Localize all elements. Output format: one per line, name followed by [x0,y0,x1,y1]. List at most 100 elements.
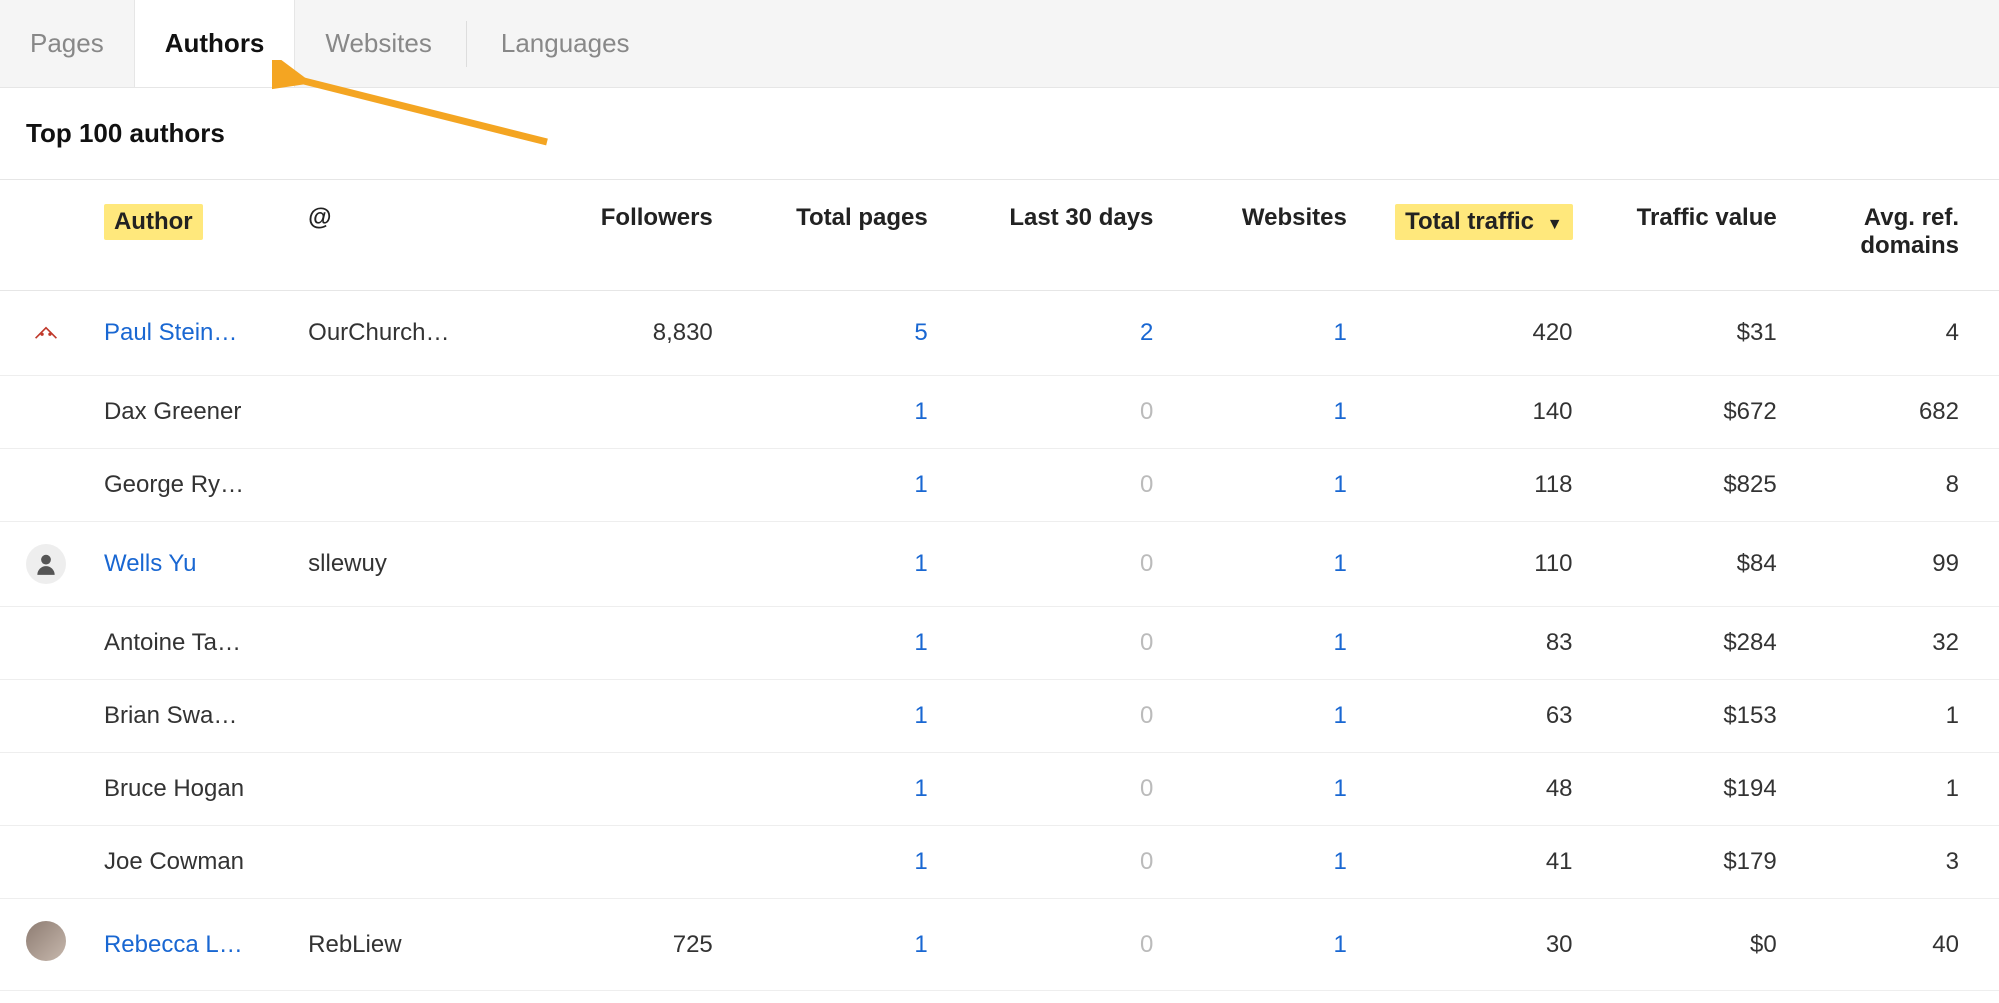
author-link[interactable]: Wells Yu [104,550,197,577]
cell-followers [527,607,731,680]
cell-followers [527,376,731,449]
tab-pages[interactable]: Pages [0,0,134,87]
cell-at [290,607,526,680]
cell-author: Wells Yu [86,522,290,607]
table-row: Rebecca L…RebLiew72510130$040 [0,899,1999,991]
cell-total-traffic: 110 [1365,522,1591,607]
cell-websites: 1 [1171,522,1364,607]
cell-avatar [0,899,86,991]
col-header-traffic-value[interactable]: Traffic value [1591,180,1795,291]
table-row: Dax Greener101140$672682 [0,376,1999,449]
cell-total-traffic: 83 [1365,607,1591,680]
col-header-avg-ref-domains[interactable]: Avg. ref. domains [1795,180,1999,291]
table-row: Brian Swa…10163$1531 [0,680,1999,753]
websites-link[interactable]: 1 [1333,550,1346,577]
total-pages-link[interactable]: 1 [914,775,927,802]
author-name: Antoine Ta… [104,629,241,656]
cell-avatar [0,291,86,376]
cell-total-traffic: 48 [1365,753,1591,826]
cell-at [290,753,526,826]
col-header-total-pages[interactable]: Total pages [731,180,946,291]
cell-total-pages: 1 [731,376,946,449]
cell-avg-ref: 3 [1795,826,1999,899]
cell-avatar [0,607,86,680]
last-30-value[interactable]: 2 [1140,319,1153,346]
websites-link[interactable]: 1 [1333,931,1346,958]
cell-traffic-value: $31 [1591,291,1795,376]
tab-authors[interactable]: Authors [134,0,296,87]
cell-websites: 1 [1171,376,1364,449]
last-30-value: 0 [1140,550,1153,577]
cell-total-traffic: 63 [1365,680,1591,753]
cell-total-pages: 1 [731,753,946,826]
last-30-value: 0 [1140,848,1153,875]
cell-author: Dax Greener [86,376,290,449]
cell-at: OurChurch… [290,291,526,376]
cell-author: Brian Swa… [86,680,290,753]
total-pages-link[interactable]: 1 [914,629,927,656]
cell-at [290,449,526,522]
total-pages-link[interactable]: 5 [914,319,927,346]
cell-avg-ref: 32 [1795,607,1999,680]
col-header-total-traffic[interactable]: Total traffic ▼ [1365,180,1591,291]
cell-avatar [0,680,86,753]
author-name: George Ry… [104,471,244,498]
col-header-followers[interactable]: Followers [527,180,731,291]
cell-avg-ref: 1 [1795,680,1999,753]
websites-link[interactable]: 1 [1333,848,1346,875]
total-pages-link[interactable]: 1 [914,702,927,729]
col-header-websites[interactable]: Websites [1171,180,1364,291]
tab-separator [466,21,467,67]
total-pages-link[interactable]: 1 [914,398,927,425]
websites-link[interactable]: 1 [1333,629,1346,656]
author-name: Dax Greener [104,398,241,425]
col-header-total-traffic-label: Total traffic [1405,208,1534,235]
cell-total-traffic: 41 [1365,826,1591,899]
cell-avatar [0,522,86,607]
author-link[interactable]: Rebecca L… [104,931,243,958]
table-row: George Ry…101118$8258 [0,449,1999,522]
col-header-last-30-days[interactable]: Last 30 days [946,180,1172,291]
websites-link[interactable]: 1 [1333,398,1346,425]
cell-websites: 1 [1171,291,1364,376]
cell-at [290,376,526,449]
cell-traffic-value: $84 [1591,522,1795,607]
col-header-author[interactable]: Author [86,180,290,291]
tab-languages[interactable]: Languages [471,0,660,87]
table-row: Paul Stein…OurChurch…8,830521420$314 [0,291,1999,376]
page-title: Top 100 authors [0,88,1999,179]
author-name: Bruce Hogan [104,775,244,802]
cell-traffic-value: $825 [1591,449,1795,522]
websites-link[interactable]: 1 [1333,775,1346,802]
last-30-value: 0 [1140,702,1153,729]
cell-last-30: 0 [946,449,1172,522]
cell-avatar [0,753,86,826]
col-header-at[interactable]: @ [290,180,526,291]
cell-last-30: 0 [946,826,1172,899]
cell-avg-ref: 4 [1795,291,1999,376]
cell-total-pages: 1 [731,899,946,991]
cell-websites: 1 [1171,680,1364,753]
tab-websites[interactable]: Websites [295,0,461,87]
cell-total-traffic: 30 [1365,899,1591,991]
websites-link[interactable]: 1 [1333,319,1346,346]
total-pages-link[interactable]: 1 [914,471,927,498]
author-name: Joe Cowman [104,848,244,875]
cell-traffic-value: $284 [1591,607,1795,680]
cell-traffic-value: $153 [1591,680,1795,753]
websites-link[interactable]: 1 [1333,471,1346,498]
cell-total-pages: 1 [731,522,946,607]
cell-followers [527,680,731,753]
col-header-author-label: Author [104,204,203,240]
author-avatar-icon [26,313,66,353]
total-pages-link[interactable]: 1 [914,848,927,875]
cell-total-pages: 1 [731,680,946,753]
total-pages-link[interactable]: 1 [914,931,927,958]
cell-traffic-value: $672 [1591,376,1795,449]
cell-at: sllewuy [290,522,526,607]
cell-followers: 725 [527,899,731,991]
author-link[interactable]: Paul Stein… [104,319,237,346]
cell-traffic-value: $0 [1591,899,1795,991]
total-pages-link[interactable]: 1 [914,550,927,577]
websites-link[interactable]: 1 [1333,702,1346,729]
